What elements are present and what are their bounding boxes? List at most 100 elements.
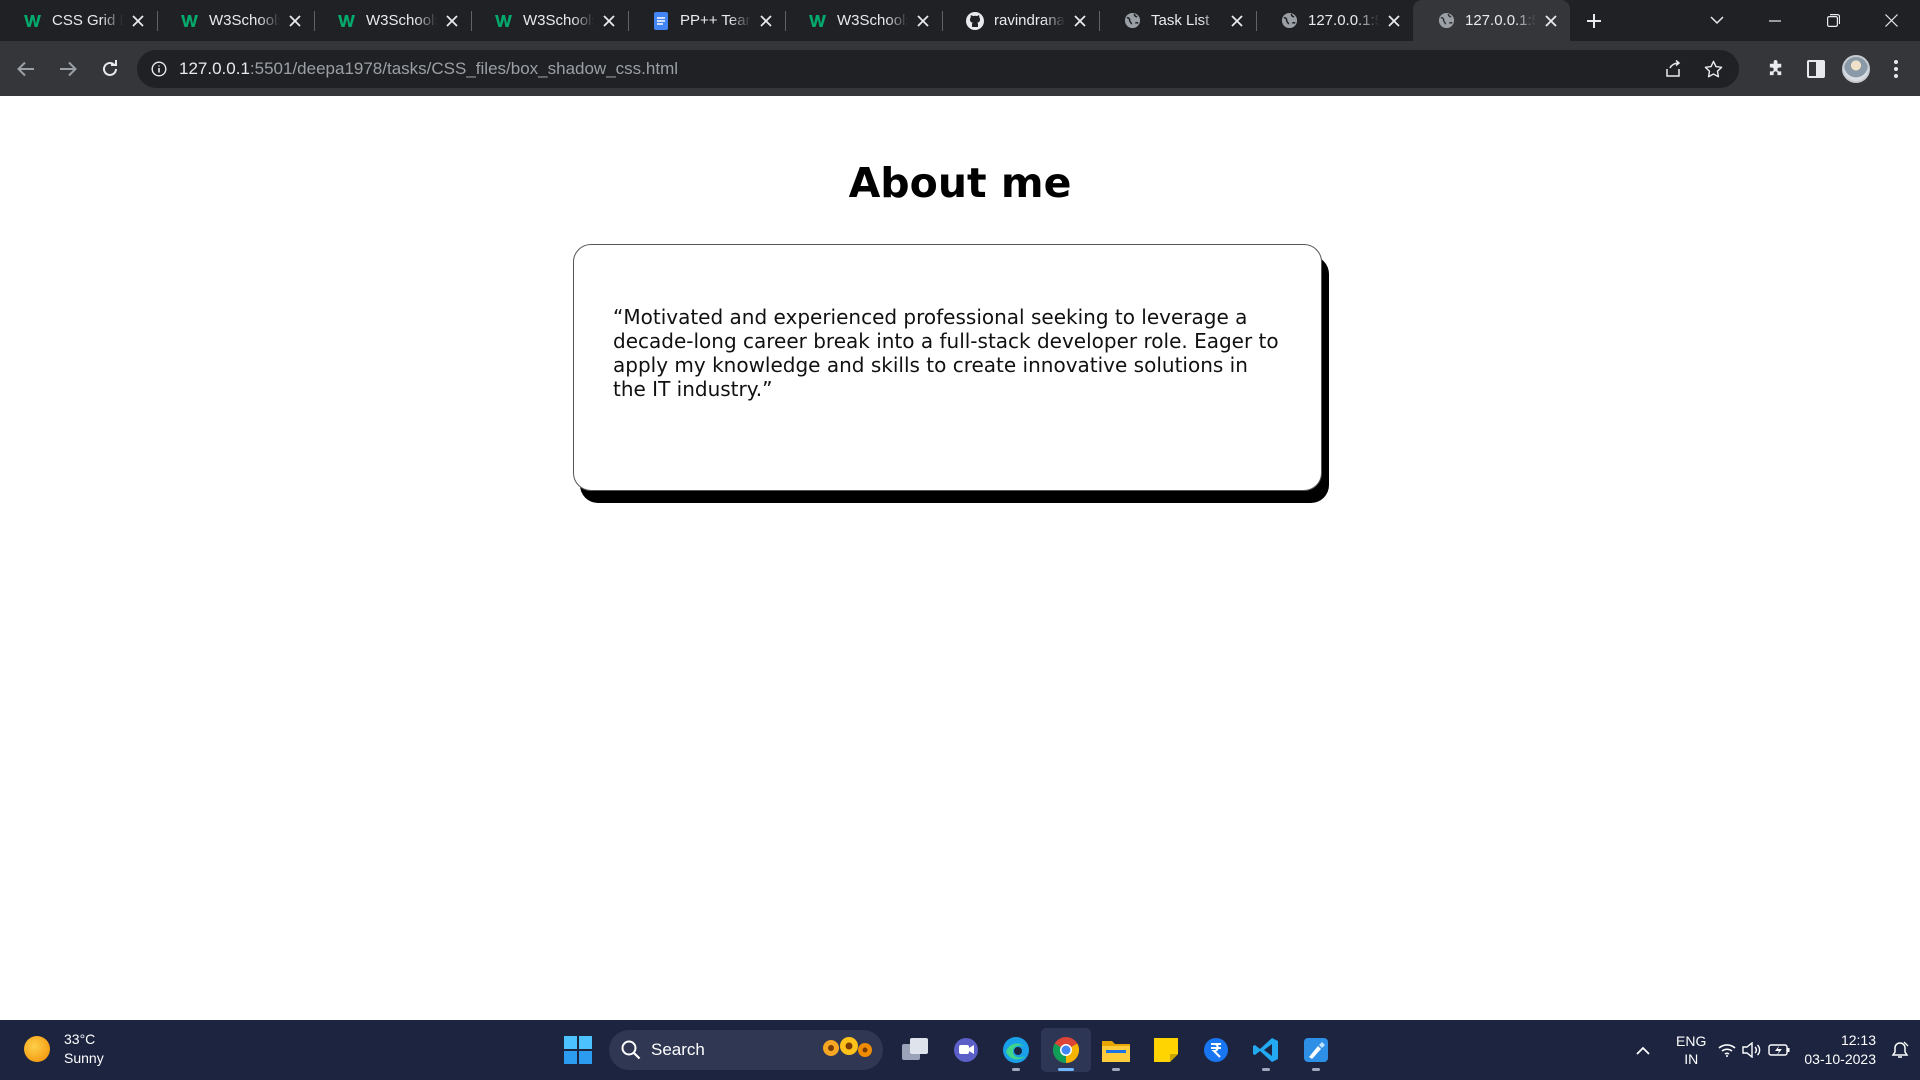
tab-9-active[interactable]: 127.0.0.1:5501: [1413, 0, 1570, 41]
tab-6[interactable]: ravindranath: [942, 0, 1099, 41]
page-title: About me: [848, 159, 1072, 207]
lang-code: ENG: [1676, 1033, 1707, 1049]
chrome-button[interactable]: [1041, 1028, 1091, 1072]
tab-3[interactable]: W3Schools: [471, 0, 628, 41]
tab-title: Task List: [1151, 12, 1210, 29]
w3schools-icon: [338, 12, 356, 30]
close-tab-icon[interactable]: [600, 12, 618, 30]
tab-title: W3Schools: [837, 12, 908, 29]
page-viewport: About me “Motivated and experienced prof…: [0, 96, 1920, 1020]
weather-widget[interactable]: 33°C Sunny: [24, 1030, 104, 1068]
windows-taskbar: 33°C Sunny Search ENG IN 12:13 03-10-202…: [0, 1020, 1920, 1080]
rupee-app-icon: [1204, 1038, 1228, 1062]
file-explorer-button[interactable]: [1091, 1028, 1141, 1072]
reload-icon: [103, 59, 117, 76]
close-tab-icon[interactable]: [757, 12, 775, 30]
start-button[interactable]: [553, 1028, 603, 1072]
github-icon: [966, 11, 984, 30]
tab-7[interactable]: Task List: [1099, 0, 1256, 41]
close-tab-icon[interactable]: [286, 12, 304, 30]
close-tab-icon[interactable]: [1385, 12, 1403, 30]
site-info-icon[interactable]: [149, 59, 169, 79]
tab-4[interactable]: PP++ Team: [628, 0, 785, 41]
minimize-icon: [1769, 19, 1781, 22]
wifi-icon: [1718, 1044, 1736, 1057]
tab-title: W3Schools: [366, 12, 437, 29]
app-blue-button[interactable]: [1191, 1028, 1241, 1072]
address-bar[interactable]: 127.0.0.1:5501/deepa1978/tasks/CSS_files…: [137, 50, 1739, 88]
edge-button[interactable]: [991, 1028, 1041, 1072]
notification-bell-icon[interactable]: [1886, 1041, 1914, 1059]
system-tray: ENG IN 12:13 03-10-2023: [1626, 1020, 1920, 1080]
avatar: [1842, 54, 1870, 83]
sticky-notes-button[interactable]: [1141, 1028, 1191, 1072]
lang-region: IN: [1684, 1051, 1699, 1067]
tab-title: ravindranath: [994, 12, 1065, 29]
taskbar-apps: Search: [553, 1028, 1341, 1072]
google-docs-icon: [652, 11, 670, 30]
show-hidden-icons-button[interactable]: [1626, 1046, 1660, 1055]
url-path: :5501/deepa1978/tasks/CSS_files/box_shad…: [249, 59, 679, 78]
tab-title: W3Schools: [209, 12, 280, 29]
about-card: “Motivated and experienced professional …: [573, 244, 1322, 491]
search-highlight-flowers-icon: [819, 1035, 875, 1066]
tab-title: 127.0.0.1:5501: [1465, 12, 1536, 29]
about-quote: “Motivated and experienced professional …: [613, 305, 1279, 401]
chevron-up-icon: [1636, 1046, 1650, 1055]
input-language-indicator[interactable]: ENG IN: [1676, 1032, 1706, 1068]
paint-icon: [1304, 1038, 1328, 1062]
tab-8[interactable]: 127.0.0.1:5501: [1256, 0, 1413, 41]
close-tab-icon[interactable]: [129, 12, 147, 30]
back-button[interactable]: [6, 49, 46, 89]
toolbar-actions: [1756, 41, 1920, 96]
windows-logo-icon: [564, 1036, 592, 1064]
close-tab-icon[interactable]: [1228, 12, 1246, 30]
close-icon: [1884, 14, 1898, 27]
volume-icon: [1742, 1042, 1761, 1058]
chrome-icon: [1052, 1037, 1080, 1064]
new-tab-button[interactable]: [1574, 0, 1614, 41]
close-tab-icon[interactable]: [1071, 12, 1089, 30]
bookmark-star-icon[interactable]: [1693, 51, 1733, 87]
sticky-notes-icon: [1154, 1038, 1178, 1062]
tab-5[interactable]: W3Schools: [785, 0, 942, 41]
close-tab-icon[interactable]: [443, 12, 461, 30]
edge-icon: [1003, 1037, 1029, 1063]
quick-settings[interactable]: [1718, 1042, 1790, 1058]
teams-chat-icon: [954, 1038, 978, 1062]
tab-2[interactable]: W3Schools: [314, 0, 471, 41]
profile-avatar[interactable]: [1836, 49, 1876, 89]
weather-temp: 33°C: [64, 1031, 96, 1047]
w3schools-icon: [809, 12, 827, 30]
tab-title: CSS Grid Layout: [52, 12, 123, 29]
chevron-down-icon: [1710, 16, 1724, 25]
task-view-icon: [902, 1038, 928, 1060]
close-tab-icon[interactable]: [914, 12, 932, 30]
close-tab-icon[interactable]: [1542, 12, 1560, 30]
teams-chat-button[interactable]: [941, 1028, 991, 1072]
reload-button[interactable]: [90, 49, 130, 89]
tab-1[interactable]: W3Schools: [157, 0, 314, 41]
tab-search-button[interactable]: [1688, 0, 1746, 41]
url-text[interactable]: 127.0.0.1:5501/deepa1978/tasks/CSS_files…: [179, 59, 678, 79]
globe-icon: [1123, 12, 1141, 30]
task-view-button[interactable]: [891, 1028, 941, 1072]
more-menu-icon[interactable]: [1876, 49, 1916, 89]
restore-button[interactable]: [1804, 0, 1862, 41]
tab-0[interactable]: CSS Grid Layout: [0, 0, 157, 41]
paint-app-button[interactable]: [1291, 1028, 1341, 1072]
share-icon[interactable]: [1653, 51, 1693, 87]
side-panel-icon[interactable]: [1796, 49, 1836, 89]
minimize-button[interactable]: [1746, 0, 1804, 41]
tab-title: PP++ Team: [680, 12, 751, 29]
close-window-button[interactable]: [1862, 0, 1920, 41]
tab-strip: CSS Grid Layout W3Schools W3Schools W3Sc…: [0, 0, 1920, 41]
forward-button[interactable]: [48, 49, 88, 89]
url-host: 127.0.0.1: [179, 59, 250, 78]
extensions-puzzle-icon[interactable]: [1756, 49, 1796, 89]
w3schools-icon: [495, 12, 513, 30]
clock[interactable]: 12:13 03-10-2023: [1804, 1031, 1876, 1069]
globe-icon: [1280, 12, 1298, 30]
taskbar-search[interactable]: Search: [609, 1030, 883, 1070]
vscode-button[interactable]: [1241, 1028, 1291, 1072]
